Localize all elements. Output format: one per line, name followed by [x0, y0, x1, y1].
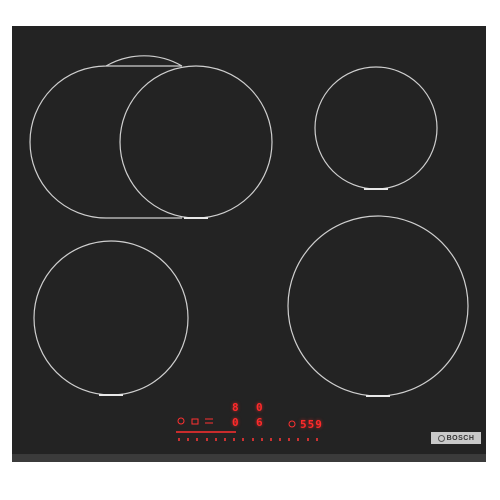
slider-tick [306, 437, 309, 441]
lock-icon[interactable] [191, 418, 199, 425]
brand-badge: BOSCH [431, 432, 481, 444]
power-icon[interactable] [177, 417, 185, 425]
slider-tick [205, 437, 208, 441]
slider-tick [260, 437, 263, 441]
slider-tick [288, 437, 291, 441]
slider-tick [242, 437, 245, 441]
slider-tick [279, 437, 282, 441]
slider-tick [233, 437, 236, 441]
slider-tick [297, 437, 300, 441]
slider-tick [223, 437, 226, 441]
power-level-slider[interactable] [178, 437, 318, 441]
slider-tick [251, 437, 254, 441]
brand-logo-icon [437, 434, 445, 442]
slider-tick [196, 437, 199, 441]
menu-icon[interactable] [205, 418, 213, 424]
slider-tick [178, 437, 180, 441]
slider-tick [187, 437, 190, 441]
brand-name: BOSCH [446, 434, 475, 442]
slider-tick [214, 437, 217, 441]
timer-icon[interactable] [288, 420, 296, 428]
slider-tick [269, 437, 272, 441]
slider-tick [315, 437, 318, 441]
control-icons [176, 417, 296, 433]
